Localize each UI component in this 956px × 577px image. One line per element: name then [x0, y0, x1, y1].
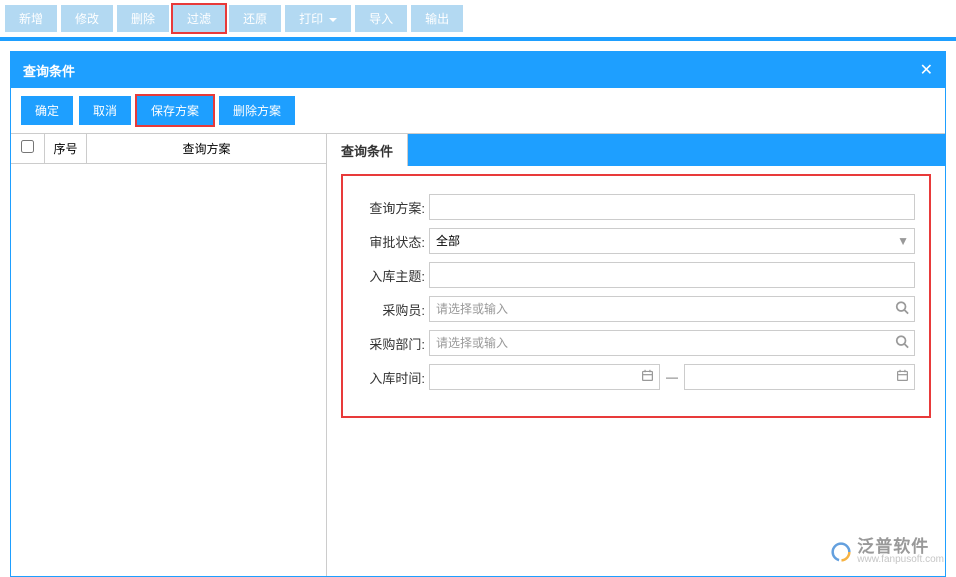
range-separator: — [666, 370, 678, 384]
select-approval[interactable]: 全部 [429, 228, 915, 254]
row-time: 入库时间: — [357, 364, 915, 390]
select-all-checkbox[interactable] [21, 140, 34, 153]
restore-button[interactable]: 还原 [229, 5, 281, 32]
tab-conditions[interactable]: 查询条件 [327, 134, 408, 166]
row-dept: 采购部门: [357, 330, 915, 356]
header-checkbox-cell [11, 134, 45, 163]
export-button[interactable]: 输出 [411, 5, 463, 32]
close-icon[interactable]: ✕ [920, 60, 933, 80]
top-toolbar: 新增 修改 删除 过滤 还原 打印 导入 输出 [0, 0, 956, 37]
print-button[interactable]: 打印 [285, 5, 351, 32]
delete-button[interactable]: 删除 [117, 5, 169, 32]
table-header: 序号 查询方案 [11, 134, 326, 164]
query-panel: 查询条件 ✕ 确定 取消 保存方案 删除方案 序号 查询方案 查询条件 [10, 51, 946, 577]
input-buyer[interactable] [429, 296, 915, 322]
header-seq: 序号 [45, 134, 87, 163]
watermark-url: www.fanpusoft.com [857, 555, 944, 565]
modify-button[interactable]: 修改 [61, 5, 113, 32]
label-subject: 入库主题: [357, 266, 429, 285]
filter-button[interactable]: 过滤 [173, 5, 225, 32]
separator [0, 37, 956, 41]
input-scheme[interactable] [429, 194, 915, 220]
label-time: 入库时间: [357, 368, 429, 387]
cancel-button[interactable]: 取消 [79, 96, 131, 125]
content-row: 序号 查询方案 查询条件 查询方案: 审批状态: 全部 [11, 133, 945, 576]
form-panel: 查询条件 查询方案: 审批状态: 全部 ▼ [327, 134, 945, 576]
save-scheme-button[interactable]: 保存方案 [137, 96, 213, 125]
label-approval: 审批状态: [357, 232, 429, 251]
label-dept: 采购部门: [357, 334, 429, 353]
row-subject: 入库主题: [357, 262, 915, 288]
label-scheme: 查询方案: [357, 198, 429, 217]
input-dept[interactable] [429, 330, 915, 356]
form-area: 查询方案: 审批状态: 全部 ▼ 入库主题: [341, 174, 931, 418]
panel-header: 查询条件 ✕ [11, 52, 945, 88]
panel-title: 查询条件 [23, 61, 75, 80]
input-date-to[interactable] [684, 364, 915, 390]
import-button[interactable]: 导入 [355, 5, 407, 32]
input-date-from[interactable] [429, 364, 660, 390]
action-bar: 确定 取消 保存方案 删除方案 [11, 88, 945, 133]
row-scheme: 查询方案: [357, 194, 915, 220]
label-buyer: 采购员: [357, 300, 429, 319]
header-scheme: 查询方案 [87, 134, 326, 163]
row-approval: 审批状态: 全部 ▼ [357, 228, 915, 254]
logo-icon [831, 542, 851, 562]
new-button[interactable]: 新增 [5, 5, 57, 32]
watermark: 泛普软件 www.fanpusoft.com [831, 538, 944, 565]
scheme-list-panel: 序号 查询方案 [11, 134, 327, 576]
confirm-button[interactable]: 确定 [21, 96, 73, 125]
input-subject[interactable] [429, 262, 915, 288]
row-buyer: 采购员: [357, 296, 915, 322]
watermark-text: 泛普软件 [857, 538, 944, 555]
delete-scheme-button[interactable]: 删除方案 [219, 96, 295, 125]
tab-bar: 查询条件 [327, 134, 945, 166]
